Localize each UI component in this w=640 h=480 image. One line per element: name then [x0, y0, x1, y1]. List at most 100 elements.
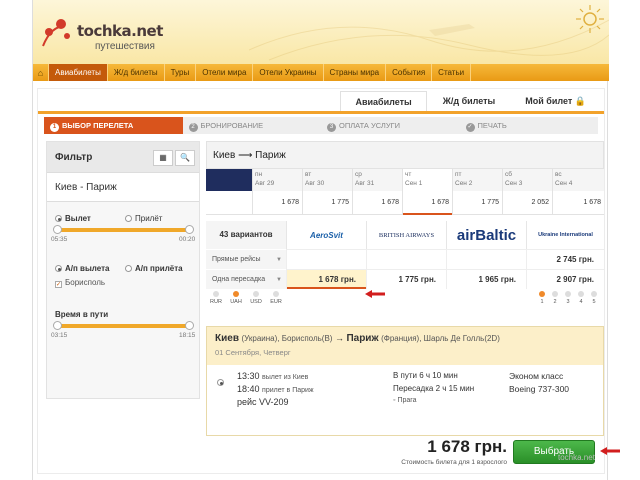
row-one-stop[interactable]: Одна пересадка ▼ — [206, 269, 286, 289]
nav-item-tours[interactable]: Туры — [165, 64, 197, 81]
filter-route-label: Киев - Париж — [55, 182, 117, 193]
radio-airport-departure-dot — [55, 265, 62, 272]
airline-uia[interactable]: Ukraine International — [526, 221, 604, 249]
radio-airport-departure[interactable]: А/п вылета — [55, 264, 110, 273]
date-selector: пн Авг 29 1 678 вт Авг 30 1 775 ср Авг 31 1 67… — [206, 169, 604, 215]
price-cell[interactable]: 1 775 грн. — [366, 269, 446, 289]
travel-slider-min-handle[interactable] — [53, 321, 62, 330]
airline-aerosvit-logo: AeroSvit — [310, 230, 343, 240]
radio-departure[interactable]: Вылет — [55, 214, 91, 223]
radio-airport-arrival-dot — [125, 265, 132, 272]
page-4[interactable]: 4 — [575, 291, 587, 305]
filter-route[interactable]: Киев - Париж — [47, 172, 199, 202]
airline-matrix: 43 вариантов AeroSvit BRITISH AIRWAYS ai… — [206, 221, 604, 319]
logo-icon — [42, 19, 70, 47]
step-select-flight[interactable]: 1 ВЫБОР ПЕРЕЛЕТА — [44, 117, 183, 134]
currency-usd[interactable]: USD — [248, 291, 264, 305]
site-logo[interactable]: tochka.net путешествия — [39, 12, 209, 52]
nav-item-countries[interactable]: Страны мира — [324, 64, 387, 81]
page-3[interactable]: 3 — [562, 291, 574, 305]
travel-slider-max-handle[interactable] — [185, 321, 194, 330]
time-slider-max-handle[interactable] — [185, 225, 194, 234]
page-2[interactable]: 2 — [549, 291, 561, 305]
site-header: tochka.net путешествия — [33, 0, 609, 64]
date-col[interactable]: вт Авг 30 1 775 — [302, 169, 352, 215]
variant-count: 43 вариантов — [206, 221, 286, 249]
nav-item-rail[interactable]: Ж/д билеты — [108, 64, 165, 81]
step-booking[interactable]: 2 БРОНИРОВАНИЕ — [183, 117, 322, 134]
price-cell[interactable] — [286, 249, 366, 269]
checkbox-checked-icon: ✓ — [55, 281, 62, 288]
date-col[interactable]: сб Сен 32 052 — [502, 169, 552, 215]
date-col-selected[interactable]: чт Сен 11 678 — [402, 169, 453, 215]
sun-icon — [576, 5, 604, 33]
time-slider-min-handle[interactable] — [53, 225, 62, 234]
filter-sidebar: Фильтр ▦ 🔍 Киев - Париж Вылет Прилёт 05:… — [46, 141, 200, 399]
time-max-label: 00:20 — [179, 236, 196, 243]
tabs-underline — [38, 111, 604, 114]
grid-view-icon[interactable]: ▦ — [153, 150, 173, 166]
nav-item-avia[interactable]: Авиабилеты — [49, 64, 108, 81]
airline-airbaltic[interactable]: airBaltic — [446, 221, 526, 249]
time-slider[interactable] — [53, 225, 194, 234]
airline-airbaltic-logo: airBaltic — [456, 226, 517, 244]
date-col[interactable]: вс Сен 41 678 — [552, 169, 604, 215]
total-block: 1 678 грн. Стоимость билета для 1 взросл… — [401, 437, 507, 466]
page-5[interactable]: 5 — [588, 291, 600, 305]
search-icon[interactable]: 🔍 — [175, 150, 195, 166]
home-icon[interactable]: ⌂ — [33, 64, 49, 81]
travel-max-label: 18:15 — [179, 332, 196, 339]
nav-item-events[interactable]: События — [386, 64, 433, 81]
travel-time-slider[interactable] — [53, 321, 194, 330]
row-direct[interactable]: Прямые рейсы ▼ — [206, 249, 286, 269]
currency-uah[interactable]: UAH — [228, 291, 244, 305]
flight-option[interactable]: 13:30 вылет из Киев 18:40 прилет в Париж… — [207, 365, 603, 435]
nav-item-articles[interactable]: Статьи — [432, 64, 472, 81]
price-cell[interactable] — [366, 249, 446, 269]
price-cell[interactable] — [446, 249, 526, 269]
nav-item-hotels-ukraine[interactable]: Отели Украины — [253, 64, 324, 81]
date-col[interactable]: ср Авг 31 1 678 — [352, 169, 402, 215]
price-cell-selected[interactable]: 1 678 грн. — [286, 269, 367, 289]
filter-header: Фильтр ▦ 🔍 — [47, 142, 199, 172]
price-cell[interactable]: 2 907 грн. — [526, 269, 604, 289]
lock-icon: 🔒 — [574, 96, 586, 106]
radio-airport-arrival[interactable]: А/п прилёта — [125, 264, 183, 273]
chevron-down-icon: ▼ — [276, 277, 282, 283]
date-col[interactable]: пт Сен 21 775 — [452, 169, 502, 215]
flight-header: Киев (Украина), Борисполь(B) → Париж (Фр… — [207, 327, 603, 365]
watermark: tochka.net — [558, 453, 595, 462]
aircraft: Boeing 737-300 — [509, 384, 570, 394]
duration: В пути 6 ч 10 мин — [393, 371, 458, 380]
airline-aerosvit[interactable]: AeroSvit — [286, 221, 366, 249]
nav-item-hotels-world[interactable]: Отели мира — [196, 64, 254, 81]
route-header: Киев ⟶ Париж — [206, 141, 604, 169]
price-cell[interactable]: 1 965 грн. — [446, 269, 526, 289]
fare-class: Эконом класс — [509, 371, 564, 381]
chevron-down-icon: ▼ — [276, 257, 282, 263]
pointer-arrow-icon — [600, 447, 620, 455]
step-payment[interactable]: 3 ОПЛАТА УСЛУГИ — [321, 117, 460, 134]
page-frame: tochka.net путешествия ⌂ Авиабилеты Ж/д … — [32, 0, 609, 480]
date-col[interactable]: пн Авг 29 1 678 — [252, 169, 302, 215]
radio-arrival[interactable]: Прилёт — [125, 214, 162, 223]
travel-time-label: Время в пути — [55, 310, 109, 319]
currency-eur[interactable]: EUR — [268, 291, 284, 305]
airline-british-airways[interactable]: BRITISH AIRWAYS — [366, 221, 446, 249]
flight-card: Киев (Украина), Борисполь(B) → Париж (Фр… — [206, 326, 604, 436]
flight-radio[interactable] — [217, 379, 224, 386]
tab-avia[interactable]: Авиабилеты — [340, 91, 427, 111]
page-1[interactable]: 1 — [536, 291, 548, 305]
tab-rail[interactable]: Ж/д билеты — [429, 91, 510, 111]
date-strip-marker — [206, 169, 252, 191]
travel-min-label: 03:15 — [51, 332, 68, 339]
airline-uia-logo: Ukraine International — [538, 232, 593, 238]
price-cell[interactable]: 2 745 грн. — [526, 249, 604, 269]
booking-panel: Авиабилеты Ж/д билеты Мой билет 🔒 1 ВЫБОР… — [37, 88, 605, 474]
main-nav: ⌂ Авиабилеты Ж/д билеты Туры Отели мира … — [33, 64, 609, 81]
total-price: 1 678 грн. — [427, 437, 507, 456]
airport-checkbox[interactable]: ✓ Борисполь — [55, 278, 105, 288]
currency-rur[interactable]: RUR — [208, 291, 224, 305]
step-print[interactable]: ✓ ПЕЧАТЬ — [460, 117, 599, 134]
tab-my-ticket[interactable]: Мой билет 🔒 — [511, 91, 600, 111]
